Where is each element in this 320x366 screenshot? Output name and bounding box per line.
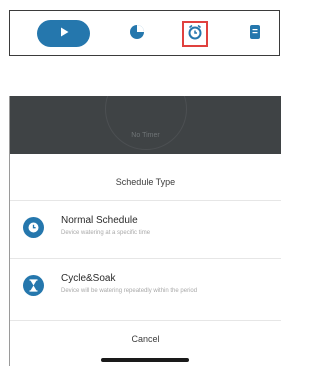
alarm-clock-icon bbox=[187, 24, 203, 45]
tab-bar bbox=[9, 10, 280, 56]
dimmed-background[interactable]: No Timer bbox=[10, 96, 281, 154]
sheet-title: Schedule Type bbox=[115, 177, 176, 187]
option-title: Normal Schedule bbox=[61, 215, 138, 226]
option-description: Device will be watering repeatedly withi… bbox=[61, 288, 198, 294]
tab-timer[interactable] bbox=[182, 21, 208, 47]
option-description: Device watering at a specific time bbox=[61, 230, 151, 236]
schedule-type-sheet: Schedule Type Normal Schedule Device wat… bbox=[10, 154, 281, 366]
no-timer-label: No Timer bbox=[131, 132, 160, 139]
divider bbox=[10, 320, 281, 321]
phone-screen: No Timer Schedule Type Normal Schedule D… bbox=[9, 96, 281, 366]
pie-chart-icon bbox=[129, 24, 145, 45]
hourglass-icon bbox=[23, 275, 44, 296]
home-indicator bbox=[101, 358, 189, 362]
play-icon bbox=[58, 25, 70, 43]
page: No Timer Schedule Type Normal Schedule D… bbox=[0, 0, 290, 366]
option-title: Cycle&Soak bbox=[61, 273, 116, 284]
option-cycle-soak[interactable]: Cycle&Soak Device will be watering repea… bbox=[10, 259, 281, 315]
tab-device[interactable] bbox=[248, 24, 262, 45]
device-icon bbox=[249, 24, 261, 45]
timer-dial-graphic bbox=[105, 96, 187, 150]
clock-icon bbox=[23, 217, 44, 238]
tab-play-button[interactable] bbox=[37, 20, 90, 47]
option-normal-schedule[interactable]: Normal Schedule Device watering at a spe… bbox=[10, 201, 281, 257]
tab-stats[interactable] bbox=[128, 24, 146, 45]
cancel-button[interactable]: Cancel bbox=[10, 334, 281, 344]
